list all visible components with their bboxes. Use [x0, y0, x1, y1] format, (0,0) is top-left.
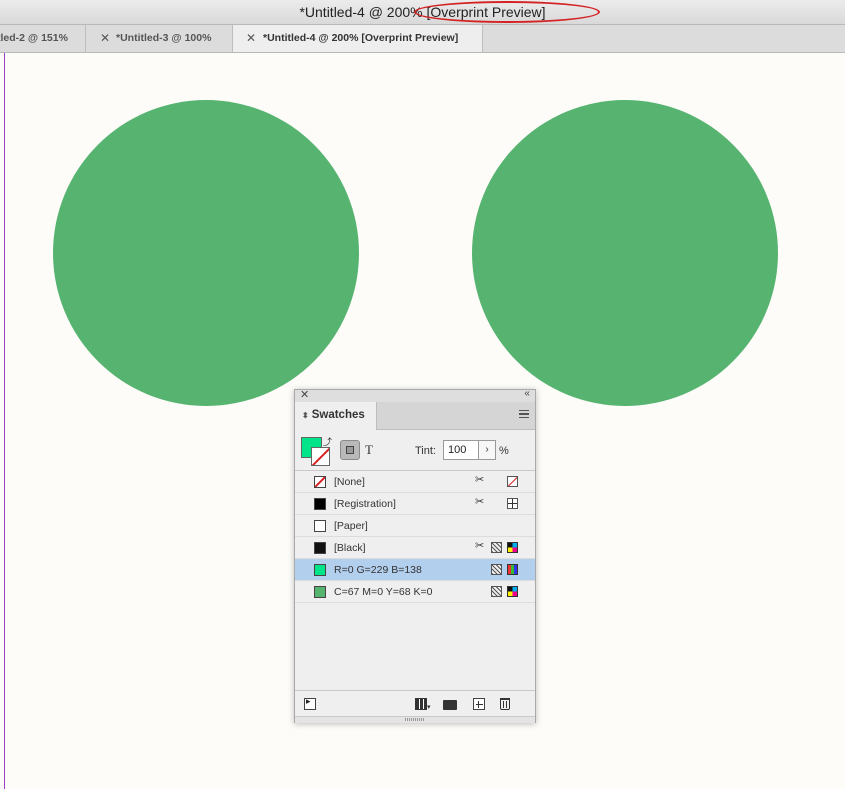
registration-icon [507, 498, 518, 509]
red-highlight-oval [414, 1, 600, 23]
swatch-name: [Paper] [334, 520, 368, 532]
noedit-icon: ✂ [475, 474, 485, 486]
tint-input[interactable]: 100 [443, 440, 479, 460]
close-tab-icon[interactable]: ✕ [100, 25, 110, 52]
panel-tab-row: ⬍ Swatches [295, 402, 535, 430]
tab-swatches[interactable]: ⬍ Swatches [295, 402, 377, 430]
swap-fill-stroke-icon[interactable]: ⤴ [323, 435, 332, 448]
noedit-icon: ✂ [475, 540, 485, 552]
swatch-row-none[interactable]: [None] ✂ [295, 471, 535, 493]
new-color-group-icon[interactable] [443, 700, 457, 710]
noedit-icon: ✂ [475, 496, 485, 508]
swatch-name: [None] [334, 476, 365, 488]
swatch-row-registration[interactable]: [Registration] ✂ [295, 493, 535, 515]
swatch-row-black[interactable]: [Black] ✂ [295, 537, 535, 559]
swatch-list: [None] ✂ [Registration] ✂ [Paper] [Black… [295, 470, 535, 691]
swatch-chip [314, 520, 326, 532]
process-color-icon [491, 564, 502, 575]
tint-percent-sign: % [499, 445, 509, 457]
stroke-swatch[interactable] [311, 447, 330, 466]
swatch-row-rgb-green[interactable]: R=0 G=229 B=138 [295, 559, 535, 581]
cmyk-mode-icon [507, 542, 518, 553]
swatch-chip [314, 564, 326, 576]
swatches-panel: ✕ ‹‹ ⬍ Swatches ⤴ T Tint: 100 › % [None] … [294, 388, 536, 723]
rgb-mode-icon [507, 564, 518, 575]
panel-footer: ▾ [295, 690, 535, 717]
tab-swatches-label: Swatches [311, 409, 365, 421]
process-color-icon [491, 542, 502, 553]
document-tab-bar: tled-2 @ 151% ✕ *Untitled-3 @ 100% ✕ *Un… [0, 25, 845, 53]
new-swatch-icon[interactable] [473, 698, 485, 710]
tab-label: tled-2 @ 151% [0, 32, 68, 44]
tab-label: *Untitled-4 @ 200% [Overprint Preview] [263, 32, 459, 44]
window-titlebar: *Untitled-4 @ 200% [Overprint Preview] [0, 0, 845, 25]
panel-menu-icon[interactable] [519, 410, 529, 418]
panel-header-strip: ✕ ‹‹ [295, 388, 535, 402]
ellipse-right[interactable] [472, 100, 778, 406]
sort-icon: ⬍ [302, 411, 309, 420]
swatch-row-cmyk-green[interactable]: C=67 M=0 Y=68 K=0 [295, 581, 535, 603]
margin-guide [4, 53, 5, 789]
collapse-icon[interactable]: ‹‹ [524, 388, 530, 399]
swatch-chip [314, 476, 326, 488]
tint-slider-button[interactable]: › [478, 440, 496, 460]
formatting-affects-text-button[interactable]: T [365, 442, 373, 458]
tint-label: Tint: [415, 445, 436, 457]
swatch-chip [314, 498, 326, 510]
swatch-views-icon[interactable] [415, 698, 427, 710]
swatch-name: C=67 M=0 Y=68 K=0 [334, 586, 433, 598]
delete-swatch-icon[interactable] [500, 698, 510, 710]
swatch-name: [Black] [334, 542, 366, 554]
swatch-name: R=0 G=229 B=138 [334, 564, 422, 576]
formatting-affects-container-button[interactable] [340, 440, 360, 460]
swatch-name: [Registration] [334, 498, 396, 510]
panel-resize-grip[interactable] [295, 716, 535, 723]
tab-untitled-2[interactable]: tled-2 @ 151% [0, 25, 86, 52]
close-icon[interactable]: ✕ [300, 388, 309, 401]
swatch-chip [314, 542, 326, 554]
swatch-row-paper[interactable]: [Paper] [295, 515, 535, 537]
cmyk-mode-icon [507, 586, 518, 597]
show-all-swatches-icon[interactable] [304, 696, 316, 710]
tab-untitled-3[interactable]: ✕ *Untitled-3 @ 100% [86, 25, 233, 52]
close-tab-icon[interactable]: ✕ [246, 25, 256, 52]
ellipse-left[interactable] [53, 100, 359, 406]
none-icon [507, 476, 518, 487]
process-color-icon [491, 586, 502, 597]
dropdown-arrow-icon: ▾ [427, 704, 431, 711]
tab-label: *Untitled-3 @ 100% [116, 32, 212, 44]
tab-untitled-4[interactable]: ✕ *Untitled-4 @ 200% [Overprint Preview] [233, 25, 483, 52]
swatch-chip [314, 586, 326, 598]
